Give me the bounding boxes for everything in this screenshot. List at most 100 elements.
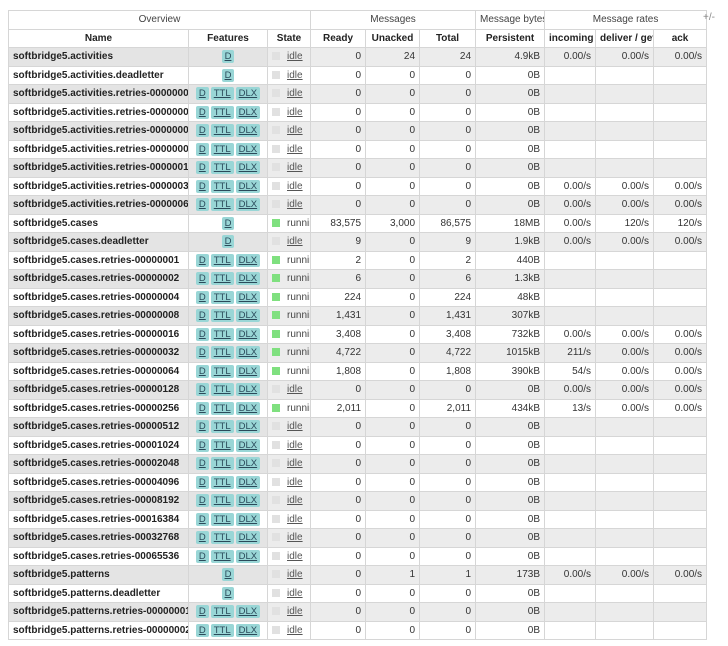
- feature-badge-ttl[interactable]: TTL: [210, 457, 234, 471]
- feature-badge-ttl[interactable]: TTL: [210, 179, 234, 193]
- feature-badge-dlx[interactable]: DLX: [235, 531, 261, 545]
- feature-badge-ttl[interactable]: TTL: [210, 475, 234, 489]
- feature-badge-d[interactable]: D: [195, 531, 209, 545]
- feature-badge-dlx[interactable]: DLX: [235, 605, 261, 619]
- col-state[interactable]: State: [266, 28, 312, 48]
- feature-badge-ttl[interactable]: TTL: [210, 290, 234, 304]
- feature-badge-ttl[interactable]: TTL: [210, 124, 234, 138]
- feature-badge-ttl[interactable]: TTL: [210, 161, 234, 175]
- col-incoming[interactable]: incoming: [544, 28, 597, 48]
- queue-name-link[interactable]: softbridge5.activities.retries-00000002: [8, 102, 189, 122]
- feature-badge-d[interactable]: D: [195, 198, 209, 212]
- feature-badge-dlx[interactable]: DLX: [235, 87, 261, 101]
- feature-badge-dlx[interactable]: DLX: [235, 272, 261, 286]
- feature-badge-ttl[interactable]: TTL: [210, 364, 234, 378]
- queue-name-link[interactable]: softbridge5.activities.retries-00000016: [8, 158, 189, 178]
- queue-name-link[interactable]: softbridge5.cases.retries-00000128: [8, 380, 189, 400]
- queue-name-link[interactable]: softbridge5.patterns.deadletter: [8, 583, 189, 603]
- feature-badge-ttl[interactable]: TTL: [210, 198, 234, 212]
- queue-name-link[interactable]: softbridge5.cases.retries-00002048: [8, 454, 189, 474]
- feature-badge-d[interactable]: D: [195, 438, 209, 452]
- feature-badge-ttl[interactable]: TTL: [210, 549, 234, 563]
- queue-name-link[interactable]: softbridge5.activities.retries-00000064: [8, 195, 189, 215]
- feature-badge-d[interactable]: D: [195, 87, 209, 101]
- feature-badge-ttl[interactable]: TTL: [210, 309, 234, 323]
- feature-badge-ttl[interactable]: TTL: [210, 253, 234, 267]
- feature-badge-d[interactable]: D: [195, 623, 209, 637]
- queue-name-link[interactable]: softbridge5.patterns.retries-00000002: [8, 620, 189, 640]
- feature-badge-d[interactable]: D: [221, 68, 235, 82]
- feature-badge-dlx[interactable]: DLX: [235, 364, 261, 378]
- feature-badge-d[interactable]: D: [195, 290, 209, 304]
- col-name[interactable]: Name: [8, 28, 189, 48]
- queue-name-link[interactable]: softbridge5.cases.retries-00000256: [8, 398, 189, 418]
- queue-name-link[interactable]: softbridge5.patterns: [8, 565, 189, 585]
- col-unacked[interactable]: Unacked: [365, 28, 421, 48]
- queue-name-link[interactable]: softbridge5.cases.retries-00000064: [8, 361, 189, 381]
- feature-badge-dlx[interactable]: DLX: [235, 512, 261, 526]
- feature-badge-ttl[interactable]: TTL: [210, 494, 234, 508]
- queue-name-link[interactable]: softbridge5.cases.retries-00004096: [8, 472, 189, 492]
- feature-badge-dlx[interactable]: DLX: [235, 142, 261, 156]
- columns-toggle[interactable]: +/-: [703, 12, 715, 23]
- feature-badge-ttl[interactable]: TTL: [210, 605, 234, 619]
- feature-badge-ttl[interactable]: TTL: [210, 142, 234, 156]
- feature-badge-d[interactable]: D: [221, 216, 235, 230]
- feature-badge-d[interactable]: D: [221, 568, 235, 582]
- feature-badge-dlx[interactable]: DLX: [235, 253, 261, 267]
- feature-badge-ttl[interactable]: TTL: [210, 420, 234, 434]
- col-ready[interactable]: Ready: [310, 28, 367, 48]
- queue-name-link[interactable]: softbridge5.activities.deadletter: [8, 65, 189, 85]
- queue-name-link[interactable]: softbridge5.patterns.retries-00000001: [8, 602, 189, 622]
- feature-badge-dlx[interactable]: DLX: [235, 401, 261, 415]
- col-deliver-get[interactable]: deliver / get: [595, 28, 655, 48]
- queue-name-link[interactable]: softbridge5.cases.retries-00065536: [8, 546, 189, 566]
- queue-name-link[interactable]: softbridge5.cases.retries-00000001: [8, 250, 189, 270]
- feature-badge-dlx[interactable]: DLX: [235, 179, 261, 193]
- feature-badge-d[interactable]: D: [195, 327, 209, 341]
- col-ack[interactable]: ack: [653, 28, 708, 48]
- queue-name-link[interactable]: softbridge5.cases.retries-00000512: [8, 417, 189, 437]
- feature-badge-d[interactable]: D: [195, 272, 209, 286]
- queue-name-link[interactable]: softbridge5.cases.retries-00016384: [8, 509, 189, 529]
- feature-badge-d[interactable]: D: [195, 383, 209, 397]
- feature-badge-d[interactable]: D: [195, 179, 209, 193]
- feature-badge-d[interactable]: D: [195, 512, 209, 526]
- queue-name-link[interactable]: softbridge5.cases.retries-00000002: [8, 269, 189, 289]
- feature-badge-dlx[interactable]: DLX: [235, 309, 261, 323]
- feature-badge-ttl[interactable]: TTL: [210, 87, 234, 101]
- feature-badge-d[interactable]: D: [221, 235, 235, 249]
- feature-badge-d[interactable]: D: [195, 549, 209, 563]
- queue-name-link[interactable]: softbridge5.activities: [8, 47, 189, 67]
- feature-badge-d[interactable]: D: [195, 494, 209, 508]
- feature-badge-dlx[interactable]: DLX: [235, 198, 261, 212]
- queue-name-link[interactable]: softbridge5.cases.deadletter: [8, 232, 189, 252]
- feature-badge-d[interactable]: D: [195, 142, 209, 156]
- feature-badge-ttl[interactable]: TTL: [210, 272, 234, 286]
- feature-badge-d[interactable]: D: [195, 401, 209, 415]
- feature-badge-ttl[interactable]: TTL: [210, 438, 234, 452]
- col-persistent[interactable]: Persistent: [475, 28, 546, 48]
- queue-name-link[interactable]: softbridge5.cases.retries-00000004: [8, 287, 189, 307]
- queue-name-link[interactable]: softbridge5.cases.retries-00032768: [8, 528, 189, 548]
- queue-name-link[interactable]: softbridge5.cases.retries-00008192: [8, 491, 189, 511]
- feature-badge-dlx[interactable]: DLX: [235, 475, 261, 489]
- queue-name-link[interactable]: softbridge5.activities.retries-00000032: [8, 176, 189, 196]
- feature-badge-dlx[interactable]: DLX: [235, 383, 261, 397]
- feature-badge-d[interactable]: D: [195, 605, 209, 619]
- feature-badge-dlx[interactable]: DLX: [235, 105, 261, 119]
- feature-badge-ttl[interactable]: TTL: [210, 623, 234, 637]
- queue-name-link[interactable]: softbridge5.activities.retries-00000001: [8, 84, 189, 104]
- feature-badge-ttl[interactable]: TTL: [210, 401, 234, 415]
- feature-badge-d[interactable]: D: [195, 309, 209, 323]
- feature-badge-dlx[interactable]: DLX: [235, 327, 261, 341]
- queue-name-link[interactable]: softbridge5.cases: [8, 213, 189, 233]
- feature-badge-dlx[interactable]: DLX: [235, 161, 261, 175]
- feature-badge-d[interactable]: D: [221, 50, 235, 64]
- feature-badge-dlx[interactable]: DLX: [235, 346, 261, 360]
- feature-badge-ttl[interactable]: TTL: [210, 383, 234, 397]
- queue-name-link[interactable]: softbridge5.activities.retries-00000008: [8, 139, 189, 159]
- queue-name-link[interactable]: softbridge5.cases.retries-00000016: [8, 324, 189, 344]
- feature-badge-ttl[interactable]: TTL: [210, 105, 234, 119]
- feature-badge-dlx[interactable]: DLX: [235, 623, 261, 637]
